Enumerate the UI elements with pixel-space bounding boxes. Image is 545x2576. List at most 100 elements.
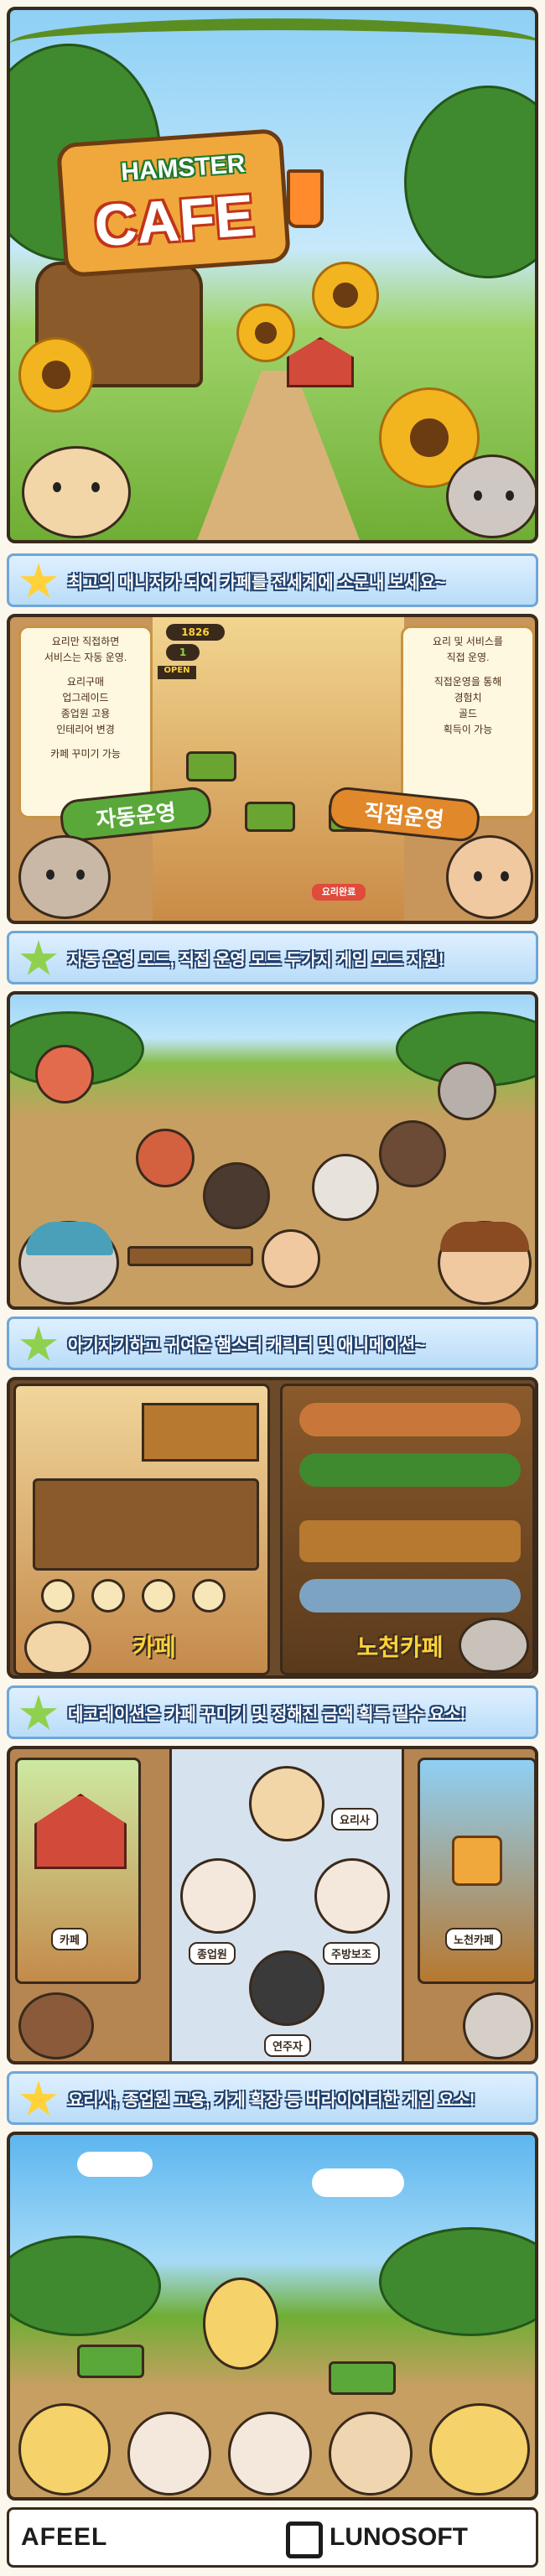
hamster-brown-hair xyxy=(438,1221,532,1305)
feature-banner-3: 아기자기하고 귀여운 햄스터 캐릭터 및 애니메이션~ xyxy=(7,1317,538,1370)
star-icon xyxy=(19,2080,58,2116)
banner-text: 요리사, 종업원 고용, 가게 확장 등 버라이어티한 게임 요소! xyxy=(68,2090,475,2110)
hamster-character xyxy=(438,1062,496,1120)
outdoor-thumbnail-label: 노천카페 xyxy=(445,1928,502,1950)
stump-row xyxy=(299,1520,521,1562)
feature-banner-2: 자동 운영 모드, 직접 운영 모드 두가지 게임 모드 지원! xyxy=(7,931,538,984)
staff-panel: 카페 요리사 종업원 주방보조 연주자 노천카페 xyxy=(7,1746,538,2064)
manual-line: 요리 및 서비스를 xyxy=(433,636,503,647)
hamster-bowtie xyxy=(463,1992,533,2059)
performer-hamster xyxy=(249,1950,324,2026)
modes-panel: 1826 1 OPEN 요리완료 요리만 직접하면 서비스는 자동 운영. 요리… xyxy=(7,614,538,924)
table xyxy=(186,751,236,782)
gold-counter: 1826 xyxy=(166,624,225,641)
cast-hamster xyxy=(18,2403,111,2496)
afeel-logo: AFEEL xyxy=(21,2523,108,2551)
hamster-cafe-decor xyxy=(24,1621,91,1675)
menu-board xyxy=(33,1478,259,1571)
hamster-left xyxy=(22,446,131,538)
clock-icon xyxy=(41,1579,75,1613)
exp-counter: 1 xyxy=(166,644,200,661)
auto-mode-card: 요리만 직접하면 서비스는 자동 운영. 요리구매 업그레이드 종업원 고용 인… xyxy=(18,626,153,818)
hero-panel: HAMSTER CAFE xyxy=(7,7,538,543)
shelf xyxy=(142,1403,259,1462)
auto-line: 요리만 직접하면 xyxy=(51,636,120,647)
banner-text: 데코레이션은 카페 꾸미기 및 정해진 금액 획득 필수 요소! xyxy=(68,1705,466,1724)
background-trees xyxy=(10,2236,161,2336)
bench xyxy=(127,1246,253,1266)
lunosoft-logo: LUNOSOFT xyxy=(330,2523,468,2551)
house-icon xyxy=(34,1794,127,1869)
star-icon xyxy=(19,1326,58,1361)
dirt-path xyxy=(195,371,362,540)
lunosoft-emblem-icon xyxy=(286,2521,323,2558)
kitchen-helper-label: 주방보조 xyxy=(323,1942,380,1965)
star-icon xyxy=(19,1695,58,1730)
open-sign: OPEN xyxy=(158,666,196,679)
cafe-thumbnail-label: 카페 xyxy=(51,1928,88,1950)
cast-hamster xyxy=(329,2412,413,2496)
auto-line: 업그레이드 xyxy=(62,692,109,704)
waiter-hamster xyxy=(180,1858,256,1934)
title-line1: HAMSTER xyxy=(120,149,247,187)
exp-value: 1 xyxy=(179,647,187,658)
cloud xyxy=(312,2168,404,2197)
hamster-character xyxy=(379,1120,446,1187)
gold-value: 1826 xyxy=(181,626,210,638)
manual-line: 골드 xyxy=(458,708,478,719)
hamster-outdoor-decor xyxy=(459,1618,529,1673)
background-trees xyxy=(379,2227,535,2336)
clock-icon xyxy=(91,1579,125,1613)
hamster-character xyxy=(262,1229,320,1288)
hamster-bottom-right xyxy=(446,835,533,919)
auto-line: 요리구매 xyxy=(66,676,105,688)
star-icon xyxy=(19,940,58,975)
outdoor-table xyxy=(329,2361,396,2395)
waiter-label: 종업원 xyxy=(189,1942,236,1965)
blonde-girl-hamster xyxy=(203,2277,278,2370)
cast-hamster xyxy=(228,2412,312,2496)
hamster-bottom-left xyxy=(18,835,111,919)
outdoor-table xyxy=(77,2345,144,2378)
banner-text: 아기자기하고 귀여운 햄스터 캐릭터 및 애니메이션~ xyxy=(68,1336,425,1355)
performer-label: 연주자 xyxy=(264,2034,311,2057)
outdoor-scene-label: 노천카페 xyxy=(356,1634,444,1660)
banner-text: 최고의 매니저가 되어 카페를 전세계에 소문내 보세요~ xyxy=(68,573,445,592)
mushroom-row xyxy=(299,1403,521,1436)
drink-cup-icon xyxy=(287,169,324,228)
title-line2: CAFE xyxy=(91,182,257,259)
staff-board: 요리사 종업원 주방보조 연주자 xyxy=(169,1749,404,2061)
hamster-right-glasses xyxy=(446,454,535,538)
title-sign: HAMSTER CAFE xyxy=(55,127,292,278)
chef-label: 요리사 xyxy=(331,1808,378,1831)
feature-banner-4: 데코레이션은 카페 꾸미기 및 정해진 금액 획득 필수 요소! xyxy=(7,1685,538,1739)
cloud xyxy=(77,2152,153,2177)
sunflower-icon xyxy=(18,337,94,413)
cast-hamster xyxy=(127,2412,211,2496)
manual-line: 획득이 가능 xyxy=(443,724,493,735)
outdoor-scene: 노천카페 xyxy=(280,1384,535,1675)
auto-line: 인테리어 변경 xyxy=(56,724,115,735)
hamster-character xyxy=(136,1129,195,1187)
manual-line: 직접 운영. xyxy=(446,652,490,663)
auto-line: 종업원 고용 xyxy=(60,708,111,719)
kitchen-helper-hamster xyxy=(314,1858,390,1934)
outdoor-thumbnail: 노천카페 xyxy=(418,1758,535,1984)
cast-hamster xyxy=(429,2403,530,2496)
auto-line: 카페 꾸미기 가능 xyxy=(50,748,121,760)
auto-line: 서비스는 자동 운영. xyxy=(44,652,127,663)
sunflower-icon xyxy=(236,304,295,362)
hamster-character xyxy=(312,1154,379,1221)
manual-line: 직접운영을 통해 xyxy=(433,676,502,688)
manual-mode-card: 요리 및 서비스를 직접 운영. 직접운영을 통해 경험치 골드 획득이 가능 xyxy=(401,626,535,818)
hamster-sunglasses xyxy=(18,1992,94,2059)
promo-page: HAMSTER CAFE 최고의 매니저가 되어 카페를 전세계에 소문내 보세… xyxy=(0,0,545,2576)
lock-icon xyxy=(452,1836,502,1886)
hamster-character xyxy=(203,1162,270,1229)
windmill-row xyxy=(299,1579,521,1613)
hamster-character xyxy=(35,1045,94,1104)
star-icon xyxy=(19,563,58,598)
footer-bar: AFEEL LUNOSOFT xyxy=(7,2507,538,2568)
characters-panel xyxy=(7,991,538,1310)
cafe-scene-label: 카페 xyxy=(132,1634,176,1660)
